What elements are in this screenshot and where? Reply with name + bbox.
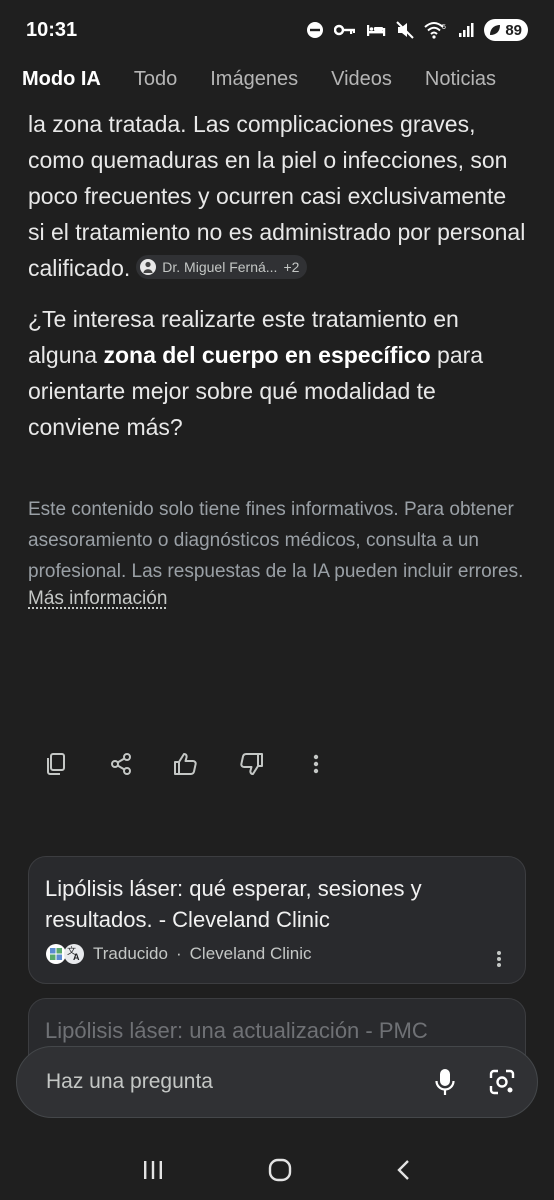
- mute-icon: [396, 21, 415, 39]
- status-time: 10:31: [26, 18, 78, 41]
- translate-icon: 文A: [64, 944, 84, 964]
- answer-text-2-bold: zona del cuerpo en específico: [103, 342, 431, 368]
- system-nav-bar: [0, 1140, 554, 1200]
- answer-actions: [40, 748, 332, 780]
- meta-separator: ·: [175, 944, 182, 963]
- share-button[interactable]: [105, 748, 137, 780]
- ask-input[interactable]: [44, 1069, 435, 1095]
- thumbs-up-button[interactable]: [170, 748, 202, 780]
- translated-label: Traducido: [93, 944, 168, 963]
- answer-paragraph-1: la zona tratada. Las complicaciones grav…: [28, 106, 526, 286]
- more-options-button[interactable]: [300, 748, 332, 780]
- thumbs-down-icon: [240, 753, 263, 775]
- signal-icon: [459, 23, 474, 37]
- source-chip-label: Dr. Miguel Ferná...: [162, 259, 278, 275]
- source-card-icons: 文A: [45, 943, 85, 965]
- disclaimer-body: Este contenido solo tiene fines informat…: [28, 499, 524, 582]
- microphone-icon[interactable]: [435, 1068, 455, 1096]
- thumbs-down-button[interactable]: [235, 748, 267, 780]
- status-icons: 5 89: [306, 19, 528, 41]
- more-info-link[interactable]: Más información: [28, 588, 167, 609]
- more-vert-icon: [313, 754, 319, 774]
- source-card-menu-button[interactable]: [495, 949, 503, 974]
- copy-icon: [47, 753, 65, 775]
- tab-modo-ia[interactable]: Modo IA: [22, 68, 101, 91]
- source-chip-extra: +2: [283, 259, 300, 275]
- recents-icon[interactable]: [142, 1159, 164, 1181]
- source-avatar-icon: [140, 259, 157, 275]
- thumbs-up-icon: [174, 753, 197, 775]
- disclaimer-text: Este contenido solo tiene fines informat…: [28, 494, 528, 587]
- do-not-disturb-icon: [307, 22, 324, 38]
- copy-button[interactable]: [40, 748, 72, 780]
- tab-noticias[interactable]: Noticias: [425, 68, 496, 91]
- ask-bar: [16, 1046, 538, 1118]
- share-icon: [111, 753, 131, 775]
- svg-text:A: A: [73, 952, 80, 962]
- search-tabs: Modo IA Todo Imágenes Videos Noticias: [0, 60, 554, 98]
- more-vert-icon: [497, 951, 501, 967]
- tab-videos[interactable]: Videos: [331, 68, 392, 91]
- ai-answer: la zona tratada. Las complicaciones grav…: [28, 106, 528, 610]
- source-name: Cleveland Clinic: [189, 944, 312, 963]
- home-icon[interactable]: [268, 1158, 292, 1182]
- wifi-5-icon: 5: [424, 22, 446, 39]
- ask-icons: [435, 1068, 515, 1096]
- source-chip[interactable]: Dr. Miguel Ferná... +2: [136, 255, 308, 279]
- source-card-meta: 文A Traducido · Cleveland Clinic: [45, 943, 509, 965]
- status-bar: 10:31 5 89: [0, 0, 554, 60]
- answer-paragraph-2: ¿Te interesa realizarte este tratamiento…: [28, 301, 528, 445]
- tab-imagenes[interactable]: Imágenes: [210, 68, 298, 91]
- key-icon: [334, 24, 356, 36]
- battery-level: 89: [505, 21, 522, 39]
- source-card[interactable]: Lipólisis láser: qué esperar, sesiones y…: [28, 856, 526, 984]
- svg-text:5: 5: [442, 24, 446, 31]
- battery-saver-icon: [490, 25, 501, 35]
- source-card-title: Lipólisis láser: qué esperar, sesiones y…: [45, 876, 422, 932]
- tab-todo[interactable]: Todo: [134, 68, 177, 91]
- bed-icon: [367, 25, 386, 36]
- battery-indicator: 89: [484, 19, 528, 41]
- source-card-2-title: Lipólisis láser: una actualización - PMC: [45, 1018, 428, 1043]
- back-icon[interactable]: [396, 1158, 412, 1182]
- camera-lens-icon[interactable]: [489, 1069, 515, 1095]
